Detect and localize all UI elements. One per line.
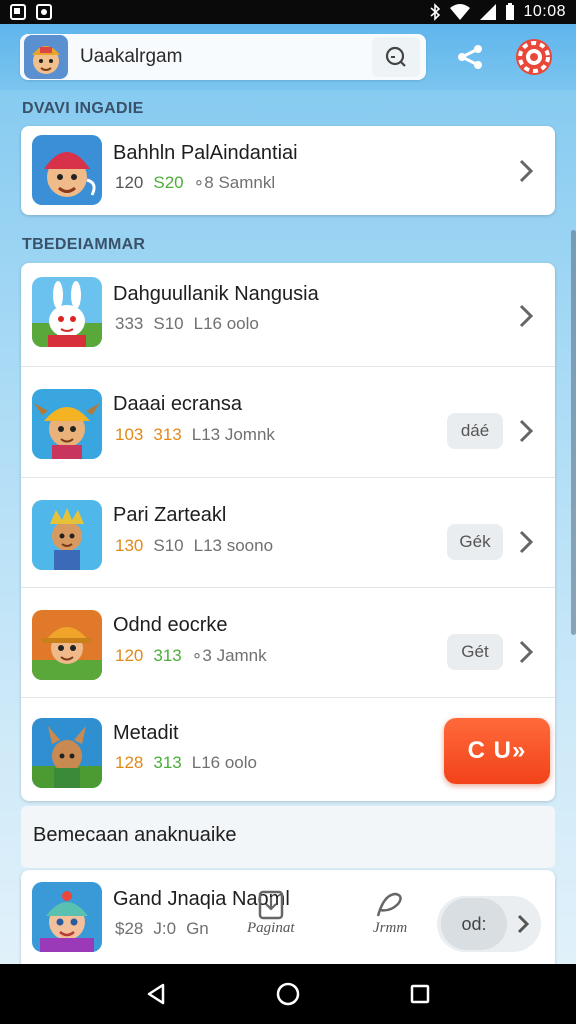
game-meta: 130 S10 L13 soono — [115, 536, 273, 556]
meta-info: L16 oolo — [193, 314, 259, 333]
app-bar — [0, 24, 576, 90]
recommend-title: Bemecaan anaknuaike — [33, 824, 237, 846]
meta-price: S10 — [153, 536, 184, 555]
pill-action-button[interactable]: od: — [437, 896, 541, 952]
nav-label: Jrmm — [373, 920, 408, 936]
game-title: Metadit — [113, 722, 179, 744]
pill-label: od: — [441, 898, 507, 950]
pen-icon — [376, 892, 402, 917]
status-notifications — [10, 4, 52, 20]
game-icon — [32, 610, 102, 680]
back-icon — [147, 983, 165, 1005]
meta-count: 103 — [115, 425, 144, 444]
meta-count: 333 — [115, 314, 144, 333]
meta-count: 130 — [115, 536, 144, 555]
settings-icon — [516, 39, 553, 75]
list-item[interactable]: Odnd eocrke 120 313 ∘3 Jamnk Gét — [21, 588, 555, 698]
back-button[interactable] — [136, 974, 176, 1014]
meta-count: $28 — [115, 919, 144, 938]
game-icon — [32, 718, 102, 788]
chevron-right-icon[interactable] — [515, 156, 537, 186]
meta-count: 120 — [115, 646, 144, 665]
home-icon — [276, 982, 300, 1006]
game-title: Pari Zarteakl — [113, 504, 227, 526]
status-indicators: 10:08 — [429, 3, 566, 21]
game-icon — [32, 389, 102, 459]
featured-game-card[interactable]: Bahhln PalAindantiai 120 S20 ∘8 Samnkl — [21, 126, 555, 215]
settings-button[interactable] — [512, 35, 556, 79]
nav-item-paginat[interactable]: Paginat — [247, 890, 295, 937]
app-avatar[interactable] — [24, 35, 68, 79]
meta-price: S20 — [153, 173, 184, 192]
nav-label: Paginat — [247, 920, 295, 936]
game-meta: 103 313 L13 Jomnk — [115, 425, 275, 445]
search-button[interactable] — [372, 37, 421, 77]
game-meta: 120 S20 ∘8 Samnkl — [115, 173, 275, 193]
game-meta: 120 313 ∘3 Jamnk — [115, 646, 267, 666]
chevron-right-icon[interactable] — [515, 301, 537, 331]
game-title: Daaai ecransa — [113, 393, 242, 415]
meta-info: ∘3 Jamnk — [191, 646, 267, 665]
meta-info: ∘8 Samnkl — [193, 173, 276, 192]
meta-info: Gn — [186, 919, 209, 938]
game-icon — [32, 500, 102, 570]
meta-price: 313 — [153, 425, 182, 444]
section-label-list: TBEDEIAMMAR — [22, 236, 146, 253]
install-button[interactable]: Gét — [447, 634, 503, 670]
chevron-right-icon[interactable] — [515, 637, 537, 667]
chevron-right-icon[interactable] — [515, 527, 537, 557]
recents-button[interactable] — [400, 974, 440, 1014]
game-icon — [32, 882, 102, 952]
recents-icon — [410, 984, 430, 1004]
search-input[interactable] — [80, 46, 373, 68]
meta-price: S10 — [153, 314, 184, 333]
search-bar — [20, 34, 427, 80]
game-meta: 333 S10 L16 oolo — [115, 314, 259, 334]
page-icon — [258, 890, 283, 920]
status-time: 10:08 — [523, 3, 566, 20]
share-button[interactable] — [448, 35, 492, 79]
notification-icon — [10, 4, 26, 20]
game-title: Odnd eocrke — [113, 614, 228, 636]
game-meta: 128 313 L16 oolo — [115, 753, 257, 773]
scrollbar[interactable] — [571, 230, 576, 635]
meta-info: L13 soono — [193, 536, 274, 555]
install-button[interactable]: dáé — [447, 413, 503, 449]
status-bar: 10:08 — [0, 0, 576, 24]
play-button[interactable]: C U» — [444, 718, 550, 784]
chevron-right-icon[interactable] — [515, 416, 537, 446]
meta-info: L13 Jomnk — [191, 425, 275, 444]
nav-item-jrmm[interactable]: Jrmm — [373, 890, 407, 937]
game-icon — [32, 277, 102, 347]
system-nav-bar — [0, 964, 576, 1024]
list-item[interactable]: Dahguullanik Nangusia 333 S10 L16 oolo — [21, 263, 555, 367]
meta-price: 313 — [153, 646, 182, 665]
share-icon — [458, 45, 483, 69]
meta-info: L16 oolo — [191, 753, 257, 772]
install-button[interactable]: Gék — [447, 524, 503, 560]
game-title: Dahguullanik Nangusia — [113, 283, 319, 305]
list-item[interactable]: Daaai ecransa 103 313 L13 Jomnk dáé — [21, 367, 555, 478]
game-title: Bahhln PalAindantiai — [113, 142, 298, 164]
search-icon — [386, 46, 407, 67]
home-button[interactable] — [268, 974, 308, 1014]
game-icon — [32, 135, 102, 205]
list-item[interactable]: Pari Zarteakl 130 S10 L13 soono Gék — [21, 478, 555, 588]
wifi-icon — [450, 4, 471, 20]
chevron-right-icon — [517, 914, 530, 934]
battery-icon — [506, 3, 515, 20]
game-list-card: Dahguullanik Nangusia 333 S10 L16 oolo D… — [21, 263, 555, 801]
meta-price: 313 — [153, 753, 182, 772]
meta-count: 128 — [115, 753, 144, 772]
notification-icon-2 — [36, 4, 52, 20]
meta-price: J:0 — [153, 919, 177, 938]
recommend-card[interactable]: Gand Jnaqia Naoml $28 J:0 Gn Paginat Jrm… — [21, 870, 555, 970]
section-label-top: DVAVI INGADIE — [22, 100, 144, 117]
bluetooth-icon — [430, 3, 441, 21]
recommend-section: Bemecaan anaknuaike — [21, 806, 555, 868]
list-item[interactable]: Metadit 128 313 L16 oolo C U» — [21, 698, 555, 801]
meta-count: 120 — [115, 173, 144, 192]
signal-icon — [480, 4, 497, 20]
game-meta: $28 J:0 Gn — [115, 919, 209, 939]
